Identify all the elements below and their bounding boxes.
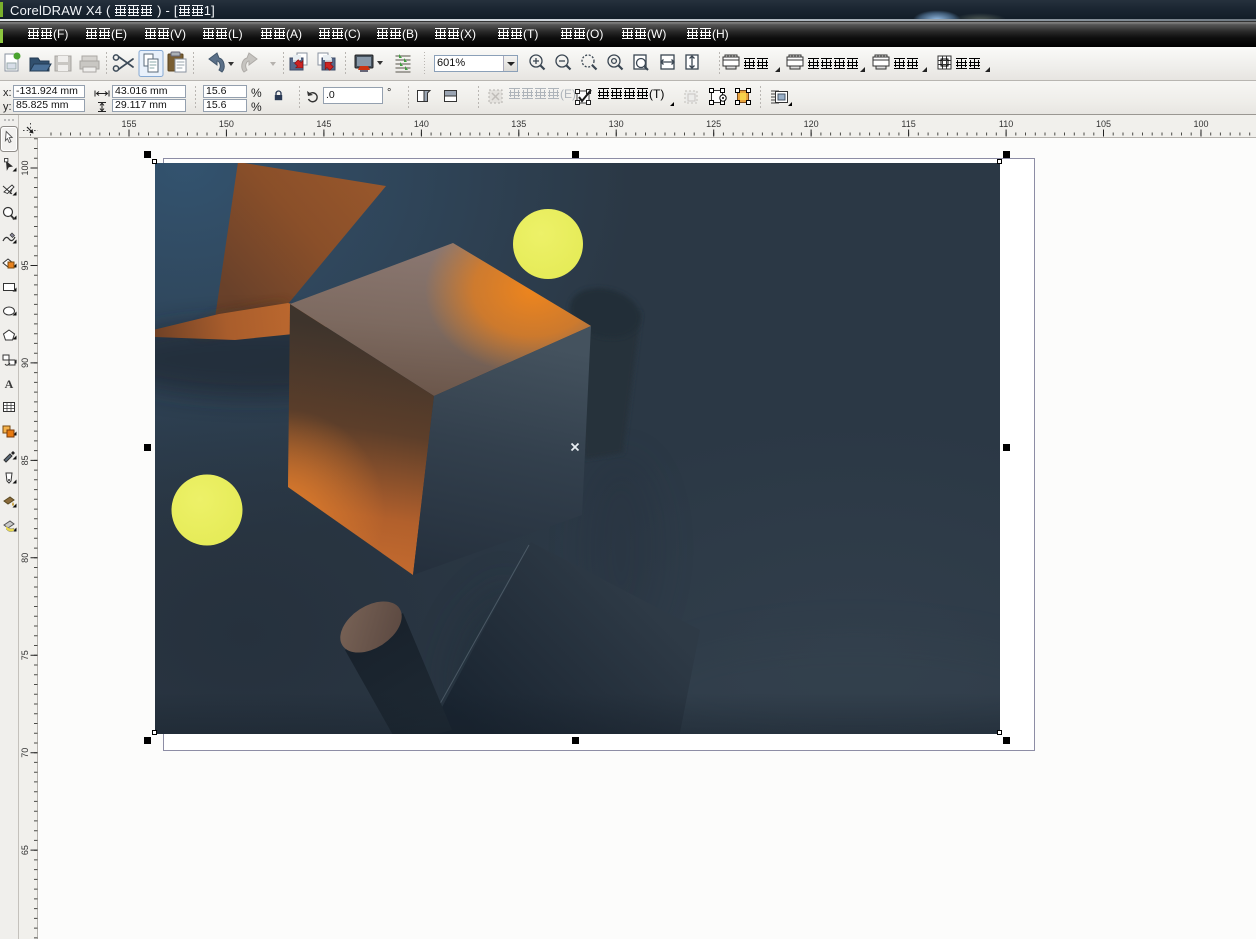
svg-text:A: A	[5, 377, 14, 391]
svg-text:95: 95	[20, 260, 30, 270]
svg-text:100: 100	[1193, 119, 1208, 129]
svg-text:65: 65	[20, 845, 30, 855]
svg-text:70: 70	[20, 748, 30, 758]
svg-text:155: 155	[121, 119, 136, 129]
svg-text:120: 120	[804, 119, 819, 129]
svg-text:140: 140	[414, 119, 429, 129]
svg-text:110: 110	[999, 119, 1013, 129]
svg-text:135: 135	[511, 119, 526, 129]
svg-text:150: 150	[219, 119, 234, 129]
svg-text:85: 85	[20, 455, 30, 465]
svg-text:145: 145	[316, 119, 331, 129]
svg-text:90: 90	[20, 358, 30, 368]
svg-text:105: 105	[1096, 119, 1111, 129]
svg-text:100: 100	[20, 160, 30, 175]
svg-text:125: 125	[706, 119, 721, 129]
svg-text:80: 80	[20, 553, 30, 563]
svg-text:130: 130	[609, 119, 624, 129]
svg-text:115: 115	[901, 119, 915, 129]
svg-text:75: 75	[20, 650, 30, 660]
